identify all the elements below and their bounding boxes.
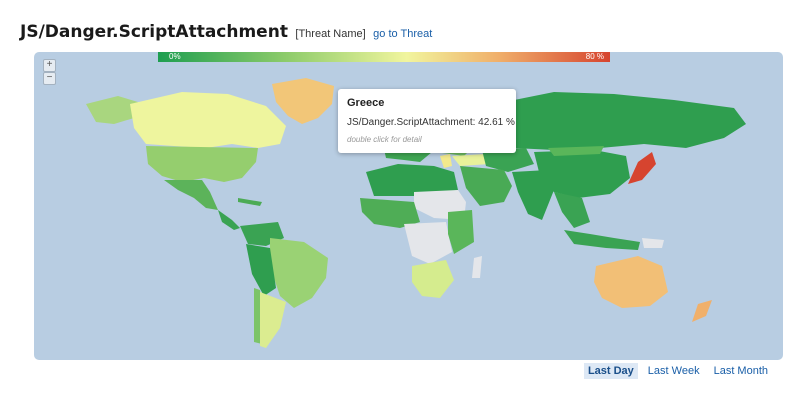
color-scale-legend: 0% 80 %	[158, 52, 610, 62]
region-mexico	[164, 180, 218, 210]
tooltip-country: Greece	[347, 97, 385, 109]
legend-min-label: 0%	[169, 52, 181, 61]
world-map[interactable]: 0% 80 % + − Greece JS/Danger.ScriptAttac…	[34, 52, 783, 360]
threat-type-tag: [Threat Name]	[295, 28, 366, 40]
region-east-africa	[448, 210, 474, 254]
region-central-africa	[404, 222, 452, 264]
region-madagascar	[472, 256, 482, 278]
region-central-america	[218, 210, 240, 230]
zoom-out-button[interactable]: −	[43, 72, 56, 85]
region-southeast-asia	[554, 192, 590, 228]
region-west-africa	[360, 198, 420, 228]
country-tooltip: Greece JS/Danger.ScriptAttachment: 42.61…	[338, 89, 516, 153]
region-australia	[594, 256, 668, 308]
page-title: JS/Danger.ScriptAttachment	[20, 22, 288, 42]
region-brazil	[270, 238, 328, 308]
region-middle-east	[460, 166, 512, 206]
tooltip-hint: double click for detail	[347, 135, 422, 144]
region-canada	[130, 92, 286, 148]
tab-last-week[interactable]: Last Week	[644, 363, 704, 379]
go-to-threat-link[interactable]: go to Threat	[373, 28, 432, 40]
region-greece	[440, 154, 452, 168]
region-alaska	[86, 96, 138, 124]
region-usa	[146, 146, 258, 182]
region-indonesia	[564, 230, 640, 250]
region-southern-africa	[412, 260, 454, 298]
region-new-zealand	[692, 300, 712, 322]
region-caribbean	[238, 198, 262, 206]
tab-last-day[interactable]: Last Day	[583, 363, 638, 379]
region-greenland	[272, 78, 334, 124]
tab-last-month[interactable]: Last Month	[710, 363, 772, 379]
region-japan	[628, 152, 656, 184]
zoom-in-button[interactable]: +	[43, 59, 56, 72]
legend-max-label: 80 %	[585, 52, 604, 61]
region-papua	[642, 238, 664, 248]
tooltip-value: JS/Danger.ScriptAttachment: 42.61 %	[347, 117, 515, 128]
time-range-tabs: Last Day Last Week Last Month	[578, 363, 772, 379]
header: JS/Danger.ScriptAttachment [Threat Name]…	[20, 22, 432, 42]
region-argentina	[260, 292, 286, 348]
